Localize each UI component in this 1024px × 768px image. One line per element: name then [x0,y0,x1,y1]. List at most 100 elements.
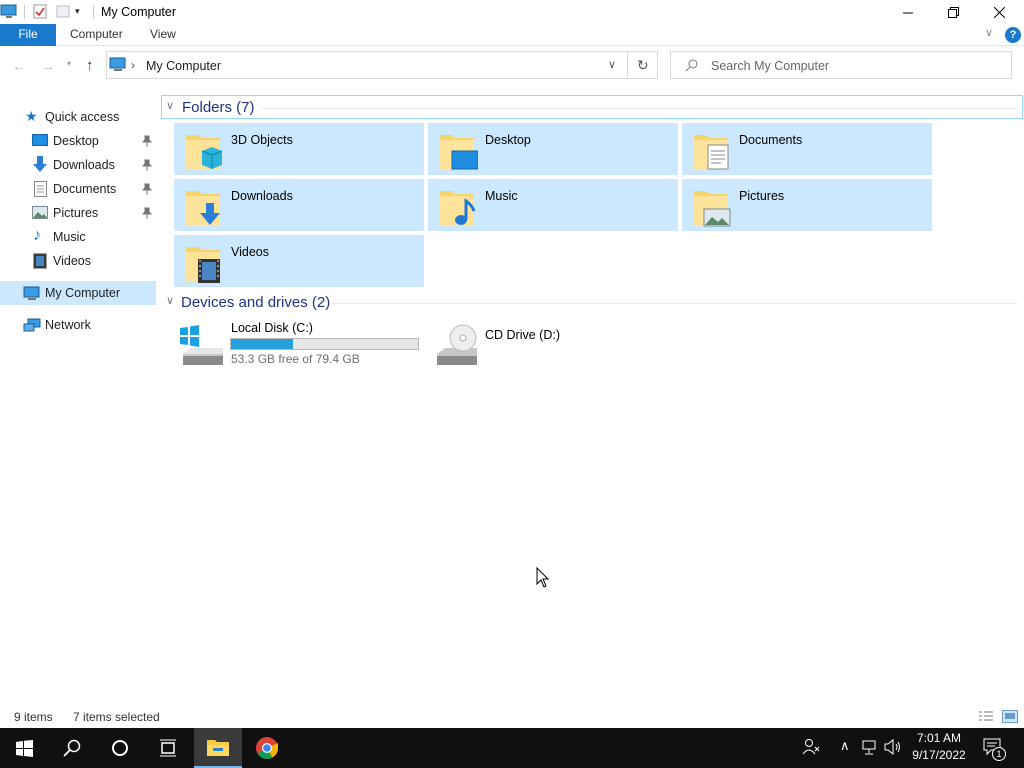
nav-item-label: Pictures [53,206,99,220]
windows-drive-icon [180,325,223,365]
cortana-button[interactable] [96,728,144,768]
music-folder-icon [440,191,476,225]
folder-documents[interactable]: Documents [682,123,932,175]
breadcrumb-my-computer[interactable]: My Computer [146,59,221,73]
breadcrumb-separator[interactable]: › [131,58,135,72]
computer-icon [109,57,126,71]
folder-music[interactable]: Music [428,179,678,231]
desktop-folder-icon [440,135,478,170]
properties-icon[interactable] [33,4,47,19]
chrome-icon [256,737,278,759]
computer-icon [23,286,40,300]
help-icon[interactable]: ? [1005,27,1021,43]
nav-quick-access[interactable]: ★ Quick access [0,105,156,129]
folder-3d-objects[interactable]: 3D Objects [174,123,424,175]
folder-label: Videos [231,245,269,259]
up-arrow-icon[interactable]: ↑ [86,57,94,74]
tab-computer[interactable]: Computer [70,24,123,46]
taskbar-file-explorer[interactable] [194,728,242,768]
customize-toolbar-icon[interactable]: ▾ [75,6,80,17]
window-title: My Computer [101,5,177,19]
folder-label: Desktop [485,133,531,147]
pin-icon [142,135,152,147]
close-icon [993,6,1005,18]
3d-objects-folder-icon [186,135,223,169]
folders-group-label: Folders (7) [182,99,255,116]
nav-item-downloads[interactable]: Downloads [0,153,156,177]
start-button[interactable] [0,728,48,768]
folder-label: Music [485,189,518,203]
pin-icon [142,207,152,219]
nav-network[interactable]: Network [0,313,156,337]
refresh-button[interactable]: ↻ [628,51,658,79]
task-view-button[interactable] [144,728,192,768]
nav-quick-access-label: Quick access [45,110,120,124]
restore-button[interactable] [930,0,976,24]
tab-view[interactable]: View [150,24,176,46]
folders-group-header[interactable]: ∨ Folders (7) [161,95,1023,119]
drive-d[interactable]: CD Drive (D:) [428,318,678,370]
volume-icon[interactable] [884,738,902,758]
videos-folder-icon [186,247,220,283]
folder-label: Documents [739,133,803,147]
nav-item-documents[interactable]: Documents [0,177,156,201]
large-icons-view-icon[interactable] [1002,710,1018,723]
downloads-icon [33,156,47,172]
people-icon[interactable] [802,738,820,759]
folder-label: Downloads [231,189,293,203]
recent-locations-icon[interactable]: ▾ [67,59,71,68]
nav-item-videos[interactable]: Videos [0,249,156,273]
show-hidden-icons-icon[interactable]: ∧ [840,738,850,754]
search-taskbar-button[interactable] [48,728,96,768]
title-bar: ▾ My Computer [0,0,1024,24]
folder-videos[interactable]: Videos [174,235,424,287]
network-status-icon[interactable] [862,740,878,758]
nav-item-desktop[interactable]: Desktop [0,129,156,153]
minimize-button[interactable] [885,0,931,24]
windows-start-icon [15,739,33,757]
folder-label: 3D Objects [231,133,293,147]
back-arrow-icon[interactable]: ← [12,58,26,74]
new-folder-icon[interactable] [56,4,70,19]
mouse-cursor-icon [536,567,550,588]
nav-my-computer[interactable]: My Computer [0,281,156,305]
expand-ribbon-icon[interactable]: ∨ [985,26,993,39]
clock-date[interactable]: 9/17/2022 [906,748,972,762]
drive-c-free-space: 53.3 GB free of 79.4 GB [231,352,360,366]
computer-icon [0,4,17,18]
navigation-bar: ← → ▾ ↑ › My Computer ∨ ↻ Search My Comp… [0,46,1024,86]
desktop-icon [32,134,48,146]
search-box[interactable]: Search My Computer [670,51,1012,79]
clock-time[interactable]: 7:01 AM [906,731,972,745]
tab-file[interactable]: File [0,24,56,46]
drives-group-header[interactable]: ∨ Devices and drives (2) [161,291,1017,315]
item-count: 9 items [14,710,53,724]
address-history-icon[interactable]: ∨ [608,58,616,71]
chevron-down-icon: ∨ [166,295,175,307]
ribbon-tabs: File Computer View ∨ ? [0,24,1024,46]
drive-c[interactable]: Local Disk (C:) 53.3 GB free of 79.4 GB [174,318,424,370]
folder-downloads[interactable]: Downloads [174,179,424,231]
nav-item-music[interactable]: ♪ Music [0,225,156,249]
folder-desktop[interactable]: Desktop [428,123,678,175]
details-view-icon[interactable] [978,710,994,722]
pin-icon [142,183,152,195]
folder-label: Pictures [739,189,785,203]
drive-d-name: CD Drive (D:) [485,328,560,342]
nav-item-pictures[interactable]: Pictures [0,201,156,225]
close-button[interactable] [976,0,1022,24]
minimize-icon [902,12,913,13]
restore-icon [947,6,959,18]
documents-folder-icon [694,135,729,170]
drive-c-usage-bar [230,338,419,350]
address-bar[interactable]: › My Computer ∨ [106,51,628,79]
task-view-icon [160,739,176,757]
search-icon [63,739,81,757]
nav-item-label: Music [53,230,86,244]
forward-arrow-icon[interactable]: → [41,58,55,74]
folder-pictures[interactable]: Pictures [682,179,932,231]
action-center-button[interactable]: 1 [983,738,1006,761]
chevron-down-icon: ∨ [166,100,175,112]
taskbar-chrome[interactable] [243,728,291,768]
cd-drive-icon [437,324,477,365]
